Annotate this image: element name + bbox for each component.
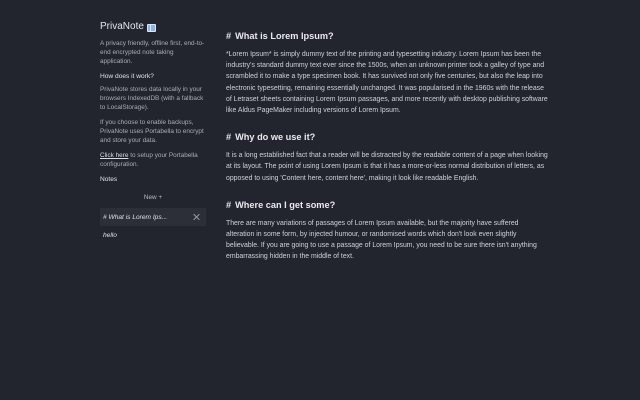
section-body: It is a long established fact that a rea… [226, 152, 548, 182]
note-list-item[interactable]: # What is Lorem Ips... [100, 208, 206, 226]
setup-text: Click here to setup your Portabella conf… [100, 151, 206, 169]
content-section: # Why do we use it? It is a long establis… [226, 131, 548, 184]
note-list-item[interactable]: hello [100, 226, 206, 244]
app-brand: PrivaNote [100, 20, 206, 34]
content-section: # What is Lorem Ipsum? *Lorem Ipsum* is s… [226, 30, 548, 116]
notes-heading: Notes [100, 176, 118, 183]
app-title: PrivaNote [100, 21, 144, 32]
heading-text: Why do we use it? [235, 132, 316, 143]
section-body: There are many variations of passages of… [226, 219, 537, 261]
how-heading: How does it work? [100, 73, 154, 80]
heading-text: Where can I get some? [235, 199, 336, 210]
heading-hash: # [226, 31, 232, 41]
heading-hash: # [226, 199, 232, 210]
close-icon[interactable] [191, 212, 201, 222]
heading-hash: # [226, 132, 232, 143]
section-body: *Lorem Ipsum* is simply dummy text of th… [226, 51, 548, 115]
app-tagline: A privacy friendly, offline first, end-t… [100, 40, 205, 65]
section-heading: # What is Lorem Ipsum? [226, 30, 548, 42]
new-note-button[interactable]: New + [100, 194, 206, 201]
how-text: PrivaNote stores data locally in your br… [100, 86, 204, 111]
book-icon [146, 23, 156, 32]
section-heading: # Where can I get some? [226, 199, 548, 211]
note-title: hello [103, 231, 117, 239]
note-content: # What is Lorem Ipsum? *Lorem Ipsum* is s… [226, 30, 548, 278]
section-heading: # Why do we use it? [226, 131, 548, 143]
app-window: PrivaNote A privacy friendly, offline fi… [0, 0, 640, 400]
setup-link[interactable]: Click here [100, 152, 128, 159]
content-section: # Where can I get some? There are many va… [226, 199, 548, 263]
backup-text: If you choose to enable backups, PrivaNo… [100, 119, 204, 144]
note-title: # What is Lorem Ips... [103, 213, 168, 221]
sidebar: PrivaNote A privacy friendly, offline fi… [100, 20, 206, 244]
heading-text: What is Lorem Ipsum? [235, 31, 334, 41]
